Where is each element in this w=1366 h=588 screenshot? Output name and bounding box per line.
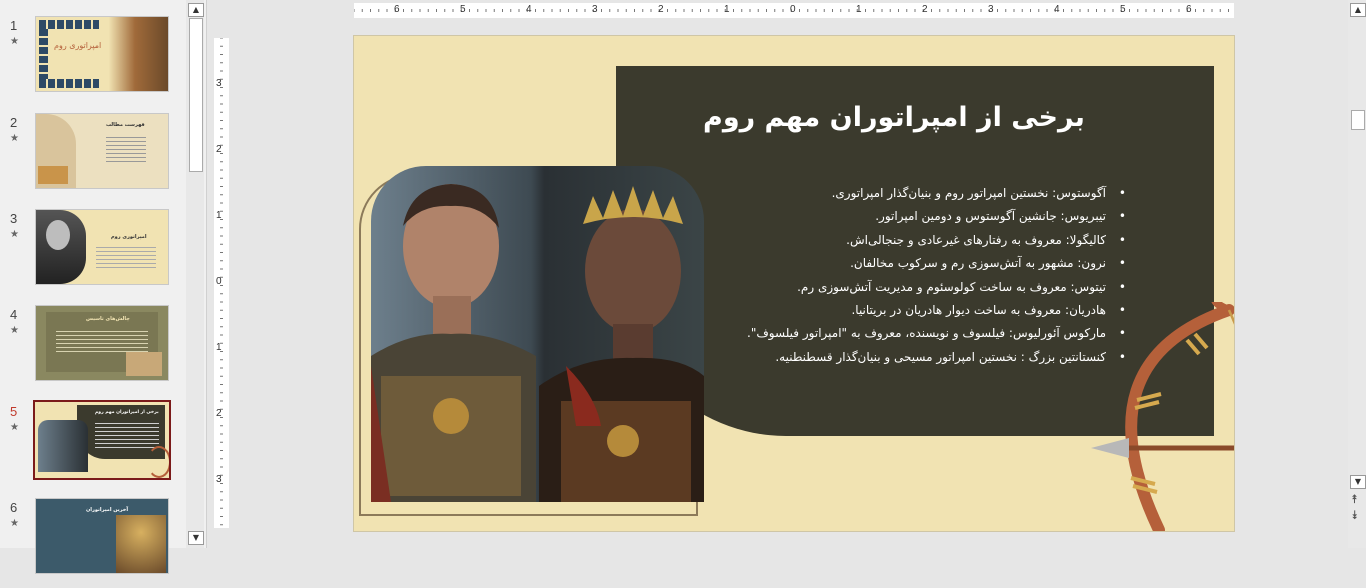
ruler-label: 4 <box>526 4 532 15</box>
ruler-label: 2 <box>216 408 222 419</box>
slide-thumbnail-6[interactable]: 6 ★ آخرین امپراتوران <box>0 498 190 588</box>
slide-thumbnail-3[interactable]: 3 ★ امپراتوری روم <box>0 209 190 299</box>
ruler-label: 5 <box>1120 4 1126 15</box>
scroll-down-icon[interactable]: ▼ <box>188 531 204 545</box>
slide-title[interactable]: برخی از امپراتوران مهم روم <box>654 102 1134 133</box>
bullet-item: آگوستوس: نخستین امپراتور روم و بنیان‌گذا… <box>694 186 1126 209</box>
slide-number: 5 <box>10 404 18 419</box>
ruler-label: 3 <box>216 474 222 485</box>
thumbnail-image: آخرین امپراتوران <box>35 498 169 574</box>
ruler-label: 2 <box>658 4 664 15</box>
bow-and-arrow-icon <box>1091 302 1234 531</box>
slide-thumbnail-pane[interactable]: 1 ★ امپراتوری روم 2 ★ فهرست مطالب 3 ★ ام… <box>0 0 207 574</box>
animation-star-icon: ★ <box>10 229 19 240</box>
scroll-down-icon[interactable]: ▼ <box>1350 475 1366 489</box>
slide-number: 6 <box>10 500 18 515</box>
slide-scrollbar[interactable]: ▲ ▼ ⯭ ⯯ <box>1348 0 1366 548</box>
emperor-portraits <box>371 184 704 502</box>
ruler-label: 3 <box>592 4 598 15</box>
ruler-label: 0 <box>790 4 796 15</box>
ruler-label: 4 <box>1054 4 1060 15</box>
animation-star-icon: ★ <box>10 36 19 47</box>
thumbnail-title: برخی از امپراتوران مهم روم <box>95 410 159 415</box>
thumbnail-title: آخرین امپراتوران <box>86 507 129 513</box>
ruler-label: 6 <box>394 4 400 15</box>
thumbnail-image: برخی از امپراتوران مهم روم <box>33 400 171 480</box>
bullet-item: نرون: مشهور به آتش‌سوزی رم و سرکوب مخالف… <box>694 256 1126 279</box>
slide-number: 3 <box>10 211 18 226</box>
ruler-label: 6 <box>1186 4 1192 15</box>
emperors-photo[interactable] <box>371 166 704 502</box>
slide-thumbnail-2[interactable]: 2 ★ فهرست مطالب <box>0 113 190 203</box>
thumbnail-image: چالش‌های تاسیس <box>35 305 169 381</box>
thumbnail-title: فهرست مطالب <box>106 122 145 128</box>
thumbnail-image: امپراتوری روم <box>35 209 169 285</box>
thumbnail-title: امپراتوری روم <box>54 41 102 50</box>
scroll-up-icon[interactable]: ▲ <box>188 3 204 17</box>
slide-canvas[interactable]: برخی از امپراتوران مهم روم آگوستوس: نخست… <box>353 35 1235 532</box>
horizontal-ruler[interactable]: 6 5 4 3 2 1 0 1 2 3 4 5 6 <box>354 3 1234 18</box>
scrollbar-thumb[interactable] <box>1351 110 1365 130</box>
animation-star-icon: ★ <box>10 518 19 529</box>
animation-star-icon: ★ <box>10 133 19 144</box>
ruler-label: 1 <box>216 342 222 353</box>
next-slide-icon[interactable]: ⯯ <box>1351 508 1358 523</box>
ruler-label: 3 <box>216 78 222 89</box>
thumbnail-image: امپراتوری روم <box>35 16 169 92</box>
animation-star-icon: ★ <box>10 325 19 336</box>
slide-number: 4 <box>10 307 18 322</box>
scrollbar-thumb[interactable] <box>189 18 203 172</box>
ruler-label: 2 <box>922 4 928 15</box>
scroll-up-icon[interactable]: ▲ <box>1350 3 1366 17</box>
animation-star-icon: ★ <box>10 422 19 433</box>
slide-number: 1 <box>10 18 18 33</box>
ruler-label: 1 <box>724 4 730 15</box>
slide-thumbnail-4[interactable]: 4 ★ چالش‌های تاسیس <box>0 305 190 395</box>
thumbnail-title: چالش‌های تاسیس <box>86 316 130 322</box>
ruler-label: 2 <box>216 144 222 155</box>
bullet-item: کنستانتین بزرگ : نخستین امپراتور مسیحی و… <box>694 350 1126 373</box>
bullet-list[interactable]: آگوستوس: نخستین امپراتور روم و بنیان‌گذا… <box>694 186 1126 373</box>
bullet-item: مارکوس آئورلیوس: فیلسوف و نویسنده، معروف… <box>694 326 1126 349</box>
slide-thumbnail-1[interactable]: 1 ★ امپراتوری روم <box>0 16 190 106</box>
thumbnail-image: فهرست مطالب <box>35 113 169 189</box>
bullet-item: کالیگولا: معروف به رفتارهای غیرعادی و جن… <box>694 233 1126 256</box>
bullet-item: تیبریوس: جانشین آگوستوس و دومین امپراتور… <box>694 209 1126 232</box>
ruler-label: 1 <box>856 4 862 15</box>
ruler-label: 1 <box>216 210 222 221</box>
previous-slide-icon[interactable]: ⯭ <box>1351 492 1358 507</box>
vertical-ruler[interactable]: 3 2 1 0 1 2 3 <box>214 38 229 528</box>
bullet-item: تیتوس: معروف به ساخت کولوسئوم و مدیریت آ… <box>694 280 1126 303</box>
thumbnail-scrollbar[interactable]: ▲ ▼ <box>186 0 204 548</box>
slide-number: 2 <box>10 115 18 130</box>
bullet-item: هادریان: معروف به ساخت دیوار هادریان در … <box>694 303 1126 326</box>
thumbnail-title: امپراتوری روم <box>111 234 147 240</box>
ruler-label: 3 <box>988 4 994 15</box>
ruler-label: 5 <box>460 4 466 15</box>
ruler-label: 0 <box>216 276 222 287</box>
slide-thumbnail-5[interactable]: 5 ★ برخی از امپراتوران مهم روم <box>0 400 190 492</box>
